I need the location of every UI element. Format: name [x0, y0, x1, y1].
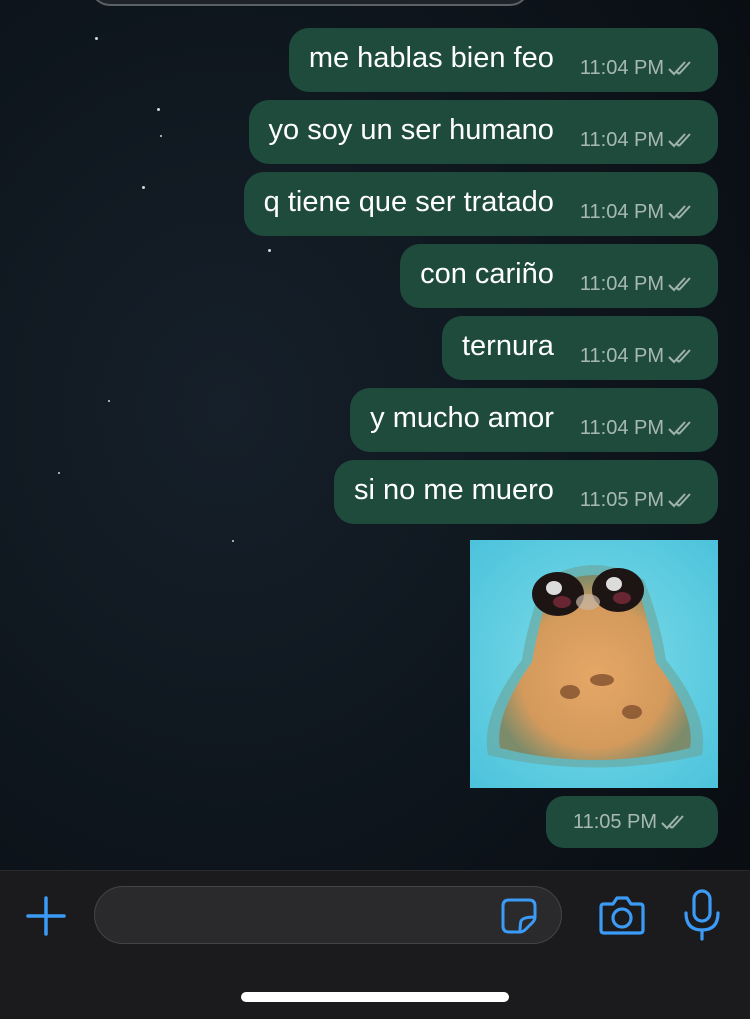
double-check-icon — [668, 205, 691, 220]
message-bubble[interactable]: y mucho amor 11:04 PM — [350, 388, 718, 452]
message-time: 11:04 PM — [579, 200, 664, 223]
message-bubble[interactable]: me hablas bien feo 11:04 PM — [288, 28, 718, 92]
blob-sticker-art — [470, 540, 718, 788]
message-meta: 11:04 PM — [580, 57, 698, 80]
message-meta: 11:04 PM — [580, 345, 698, 368]
message-text: si no me muero — [354, 473, 554, 506]
message-meta: 11:04 PM — [580, 129, 698, 152]
microphone-icon — [684, 889, 720, 941]
double-check-icon — [668, 421, 691, 436]
sticker-image[interactable] — [470, 540, 718, 788]
message-list[interactable]: me hablas bien feo 11:04 PM yo soy un se… — [0, 0, 750, 870]
message-bubble[interactable]: ternura 11:04 PM — [441, 316, 718, 380]
message-time: 11:04 PM — [579, 272, 664, 295]
voice-message-button[interactable] — [682, 888, 722, 942]
message-text: me hablas bien feo — [308, 41, 554, 74]
message-meta: 11:04 PM — [580, 201, 698, 224]
double-check-icon — [668, 133, 691, 148]
home-indicator[interactable] — [241, 992, 509, 1002]
message-time: 11:04 PM — [579, 128, 664, 151]
message-time: 11:04 PM — [579, 416, 664, 439]
message-bubble[interactable]: si no me muero 11:05 PM — [334, 460, 718, 524]
message-text: yo soy un ser humano — [268, 113, 554, 146]
camera-button[interactable] — [598, 893, 646, 937]
plus-icon — [26, 896, 66, 936]
message-text: q tiene que ser tratado — [263, 185, 554, 218]
message-time: 11:04 PM — [579, 56, 664, 79]
camera-icon — [599, 896, 645, 935]
chat-screen: me hablas bien feo 11:04 PM yo soy un se… — [0, 0, 750, 1019]
message-time: 11:05 PM — [572, 810, 658, 833]
message-text: con cariño — [420, 257, 554, 290]
message-bubble[interactable]: yo soy un ser humano 11:04 PM — [248, 100, 718, 164]
double-check-icon — [668, 277, 691, 292]
message-bubble[interactable]: con cariño 11:04 PM — [400, 244, 718, 308]
message-time: 11:04 PM — [579, 344, 664, 367]
message-time: 11:05 PM — [579, 488, 664, 511]
message-text: ternura — [461, 329, 554, 362]
message-bubble[interactable]: q tiene que ser tratado 11:04 PM — [243, 172, 718, 236]
sticker-meta-bubble: 11:05 PM — [546, 796, 718, 848]
double-check-icon — [668, 493, 691, 508]
add-attachment-button[interactable] — [24, 894, 68, 938]
message-meta: 11:04 PM — [580, 417, 698, 440]
double-check-icon — [661, 815, 684, 830]
sticker-icon — [501, 898, 537, 934]
message-text: y mucho amor — [370, 401, 554, 434]
double-check-icon — [668, 349, 691, 364]
message-meta: 11:05 PM — [580, 489, 698, 512]
message-input[interactable] — [94, 886, 562, 944]
message-meta: 11:05 PM — [573, 811, 691, 834]
message-meta: 11:04 PM — [580, 273, 698, 296]
sticker-button[interactable] — [500, 897, 538, 935]
double-check-icon — [668, 61, 691, 76]
